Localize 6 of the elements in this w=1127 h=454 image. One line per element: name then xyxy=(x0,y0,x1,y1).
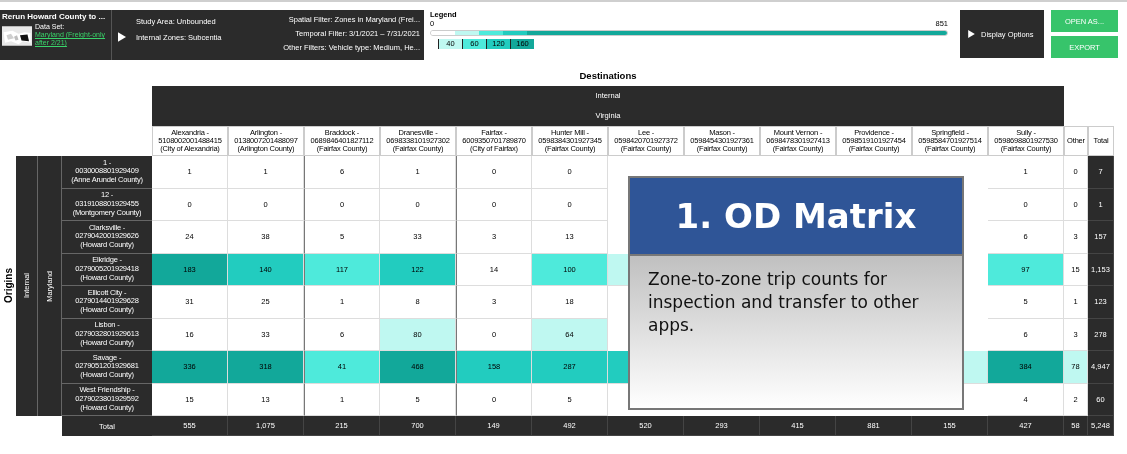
destinations-title: Destinations xyxy=(578,69,638,83)
play-icon xyxy=(968,30,975,38)
run-title: Rerun Howard County to ... xyxy=(2,12,107,21)
play-icon[interactable] xyxy=(118,32,126,42)
callout-title: 1. OD Matrix xyxy=(630,178,962,256)
origins-label: Origins xyxy=(2,268,14,304)
